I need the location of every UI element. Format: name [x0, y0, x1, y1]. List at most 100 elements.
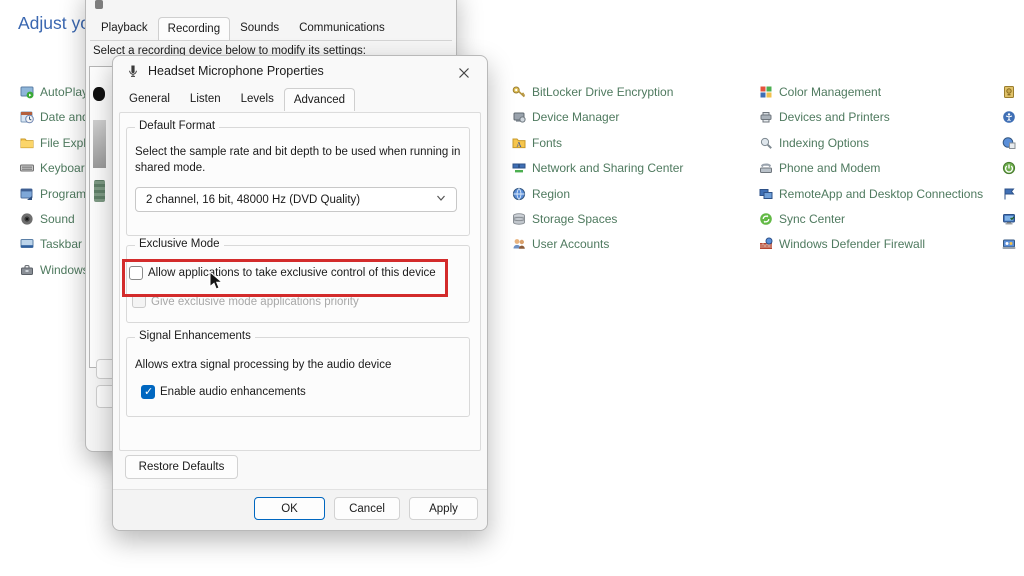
microphone-icon	[126, 64, 140, 78]
control-panel-item-color-management[interactable]: Color Management	[759, 84, 983, 100]
sync-center-icon	[759, 212, 773, 226]
control-panel-item-phone-and-modem[interactable]: Phone and Modem	[759, 160, 983, 176]
cancel-button[interactable]: Cancel	[334, 497, 400, 520]
phone-modem-icon	[759, 161, 773, 175]
indexing-options-icon	[759, 136, 773, 150]
region-icon	[512, 187, 526, 201]
programs-features-icon	[20, 187, 34, 201]
control-panel-column-4	[1002, 84, 1016, 252]
control-panel-item-label: Windows Defender Firewall	[779, 237, 925, 251]
tab-listen[interactable]: Listen	[180, 88, 231, 110]
tab-recording[interactable]: Recording	[158, 17, 230, 40]
svg-text:A: A	[516, 140, 522, 149]
user-accounts-icon	[512, 237, 526, 251]
control-panel-item-label: Device Manager	[532, 110, 619, 124]
chevron-down-icon	[436, 193, 446, 206]
signal-enhancements-group: Signal Enhancements	[126, 337, 470, 417]
control-panel-item-bitlocker-drive-encryption[interactable]: BitLocker Drive Encryption	[512, 84, 683, 100]
red-highlight-box	[122, 259, 448, 297]
level-meter	[93, 120, 106, 168]
taskbar-icon	[20, 237, 34, 251]
power-options-icon	[1002, 161, 1016, 175]
priority-label: Give exclusive mode applications priorit…	[151, 296, 359, 308]
devices-printers-icon	[759, 110, 773, 124]
control-panel-item-label: Sound	[40, 212, 75, 226]
tab-levels[interactable]: Levels	[231, 88, 284, 110]
control-panel-item-label: Sync Center	[779, 212, 845, 226]
control-panel-item-fonts[interactable]: A Fonts	[512, 135, 683, 151]
control-panel-item-region[interactable]: Region	[512, 186, 683, 202]
enable-enhancements-label: Enable audio enhancements	[160, 386, 306, 398]
control-panel-item-power-options[interactable]	[1002, 160, 1016, 176]
internet-options-icon	[1002, 136, 1016, 150]
credential-manager-icon	[1002, 85, 1016, 99]
control-panel-item-network-and-sharing-center[interactable]: Network and Sharing Center	[512, 160, 683, 176]
system-icon	[1002, 212, 1016, 226]
dialog-footer: OK Cancel Apply	[113, 489, 487, 530]
restore-defaults-button[interactable]: Restore Defaults	[125, 455, 238, 479]
control-panel-item-mobility-center[interactable]	[1002, 236, 1016, 252]
group-legend: Exclusive Mode	[135, 238, 224, 250]
color-management-icon	[759, 85, 773, 99]
microphone-device-icon	[93, 87, 105, 101]
control-panel-item-label: Storage Spaces	[532, 212, 617, 226]
enable-enhancements-checkbox[interactable]	[141, 385, 155, 399]
control-panel-item-indexing-options[interactable]: Indexing Options	[759, 135, 983, 151]
control-panel-item-storage-spaces[interactable]: Storage Spaces	[512, 211, 683, 227]
tab-sounds[interactable]: Sounds	[230, 17, 289, 39]
control-panel-item-system[interactable]	[1002, 211, 1016, 227]
control-panel-item-user-accounts[interactable]: User Accounts	[512, 236, 683, 252]
network-sharing-icon	[512, 161, 526, 175]
device-icon	[94, 180, 105, 202]
control-panel-item-label: Fonts	[532, 136, 562, 150]
speaker-icon	[95, 0, 103, 9]
sample-rate-dropdown[interactable]: 2 channel, 16 bit, 48000 Hz (DVD Quality…	[135, 187, 457, 212]
mouse-cursor	[209, 271, 223, 296]
security-maintenance-icon	[1002, 187, 1016, 201]
apply-button[interactable]: Apply	[409, 497, 478, 520]
control-panel-item-label: Color Management	[779, 85, 881, 99]
tab-communications[interactable]: Communications	[289, 17, 395, 39]
dialog-title: Headset Microphone Properties	[148, 64, 324, 78]
firewall-icon	[759, 237, 773, 251]
tab-general[interactable]: General	[119, 88, 180, 110]
mobility-center-icon	[1002, 237, 1016, 251]
bitlocker-icon	[512, 85, 526, 99]
dialog-titlebar: Headset Microphone Properties	[126, 64, 324, 78]
tab-playback[interactable]: Playback	[91, 17, 158, 39]
control-panel-item-label: Indexing Options	[779, 136, 869, 150]
control-panel-item-label: Keyboard	[40, 161, 91, 175]
file-explorer-icon	[20, 136, 34, 150]
control-panel-item-label: AutoPlay	[40, 85, 88, 99]
control-panel-item-label: RemoteApp and Desktop Connections	[779, 187, 983, 201]
storage-spaces-icon	[512, 212, 526, 226]
control-panel-column-2: BitLocker Drive Encryption Device Manager…	[512, 84, 683, 252]
control-panel-column-3: Color Management Devices and Printers Inde…	[759, 84, 983, 252]
close-icon[interactable]	[454, 63, 474, 83]
control-panel-item-internet-options[interactable]	[1002, 135, 1016, 151]
control-panel-item-ease-of-access[interactable]	[1002, 109, 1016, 125]
tab-separator	[90, 40, 452, 41]
control-panel-item-security-maintenance[interactable]	[1002, 186, 1016, 202]
date-time-icon	[20, 110, 34, 124]
fonts-icon: A	[512, 136, 526, 150]
sound-dialog-tabs: PlaybackRecordingSoundsCommunications	[91, 17, 395, 39]
control-panel-item-windows-defender-firewall[interactable]: Windows Defender Firewall	[759, 236, 983, 252]
control-panel-item-label: Devices and Printers	[779, 110, 890, 124]
screen: Adjust your computer's settings AutoPlay…	[0, 0, 1024, 576]
signal-enhancements-description: Allows extra signal processing by the au…	[135, 357, 391, 373]
control-panel-item-devices-and-printers[interactable]: Devices and Printers	[759, 109, 983, 125]
tab-advanced[interactable]: Advanced	[284, 88, 355, 111]
keyboard-icon	[20, 161, 34, 175]
sample-rate-value: 2 channel, 16 bit, 48000 Hz (DVD Quality…	[146, 194, 360, 206]
control-panel-item-label: BitLocker Drive Encryption	[532, 85, 673, 99]
control-panel-item-remoteapp-and-desktop-connections[interactable]: RemoteApp and Desktop Connections	[759, 186, 983, 202]
default-format-description: Select the sample rate and bit depth to …	[135, 144, 469, 176]
control-panel-item-label: User Accounts	[532, 237, 609, 251]
control-panel-item-credential-manager[interactable]	[1002, 84, 1016, 100]
ease-of-access-icon	[1002, 110, 1016, 124]
control-panel-item-label: Phone and Modem	[779, 161, 880, 175]
control-panel-item-device-manager[interactable]: Device Manager	[512, 109, 683, 125]
ok-button[interactable]: OK	[254, 497, 325, 520]
control-panel-item-sync-center[interactable]: Sync Center	[759, 211, 983, 227]
